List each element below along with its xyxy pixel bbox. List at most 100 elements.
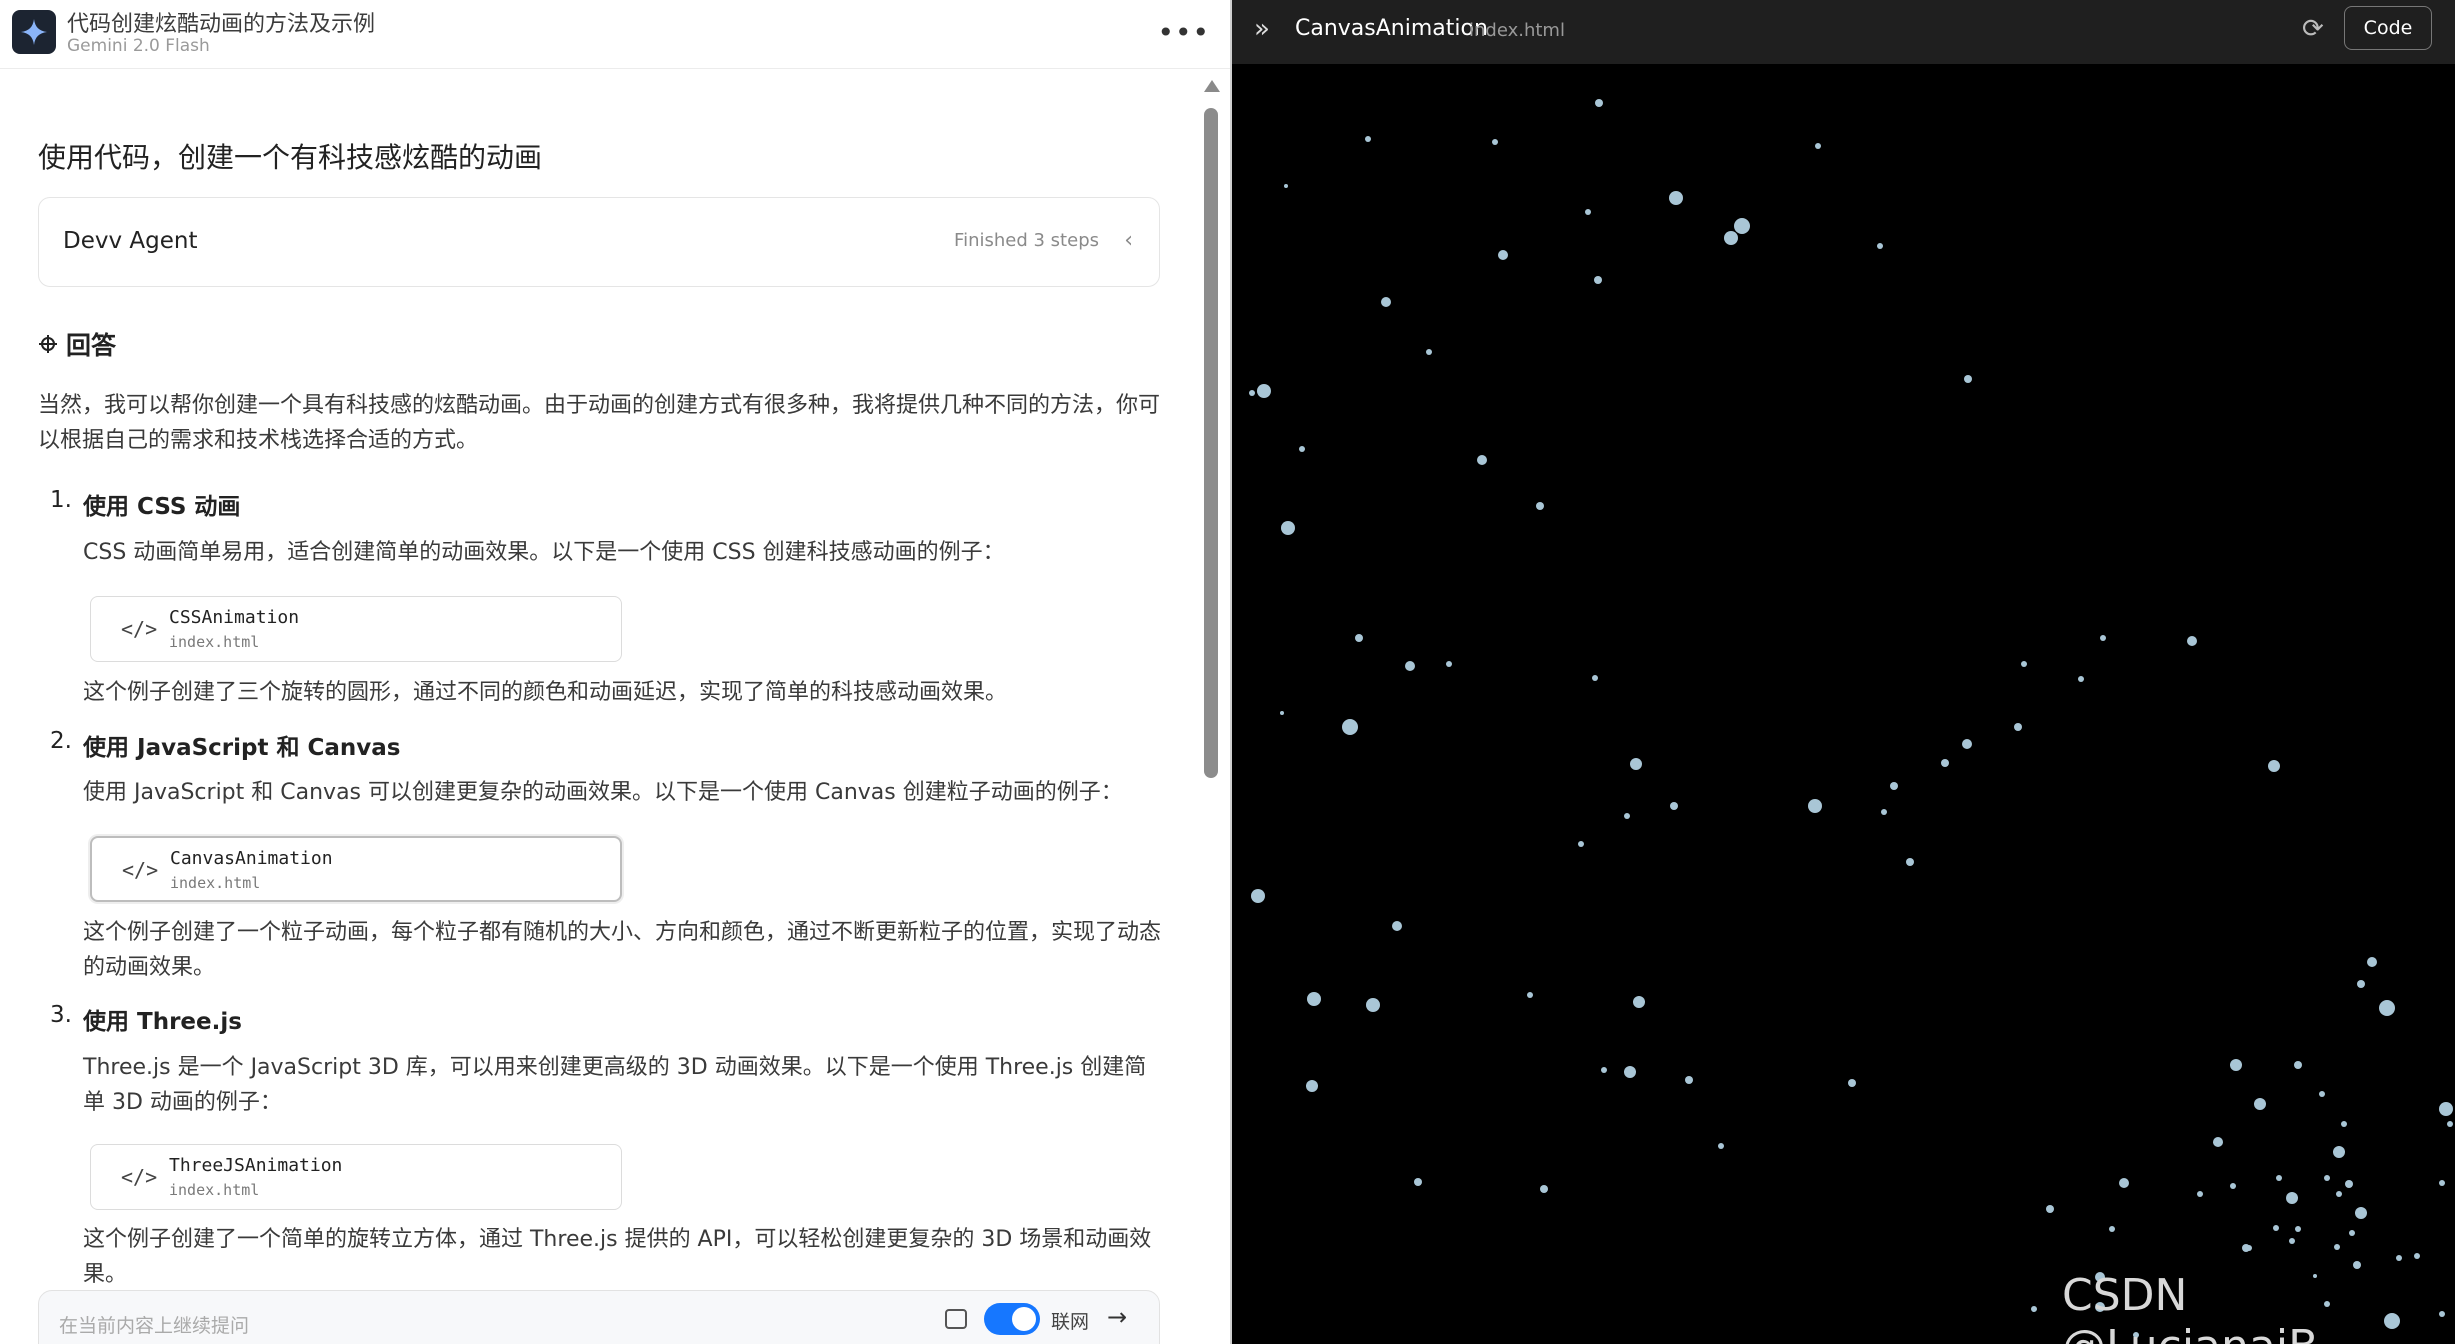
- followup-input-bar[interactable]: 在当前内容上继续提问 联网 →: [38, 1290, 1160, 1344]
- item-title: 使用 CSS 动画: [83, 494, 241, 520]
- particle: [1624, 813, 1630, 819]
- code-card-css[interactable]: </> CSSAnimation index.html: [90, 596, 622, 662]
- particle: [1624, 1066, 1636, 1078]
- code-card-name: CSSAnimation: [169, 607, 300, 628]
- particle: [2276, 1175, 2282, 1181]
- particle: [1426, 349, 1432, 355]
- particle: [2355, 1207, 2367, 1219]
- code-card-file: index.html: [169, 633, 260, 651]
- particle: [1633, 996, 1645, 1008]
- particle: [1281, 521, 1295, 535]
- watermark: CSDN @LucianaiB: [2062, 1270, 2318, 1344]
- particle: [1492, 139, 1498, 145]
- more-options-button[interactable]: •••: [1157, 16, 1210, 49]
- particle: [2334, 1244, 2340, 1250]
- particle: [2031, 1306, 2037, 1312]
- particle: [2367, 957, 2377, 967]
- code-card-threejs[interactable]: </> ThreeJSAnimation index.html: [90, 1144, 622, 1210]
- particle: [2254, 1098, 2266, 1110]
- particle: [1249, 390, 1255, 396]
- code-icon: </>: [122, 858, 159, 882]
- model-name: Gemini 2.0 Flash: [67, 36, 210, 56]
- particle: [2439, 1180, 2445, 1186]
- particle: [1718, 1143, 1724, 1149]
- particle: [1881, 809, 1887, 815]
- item-desc: 使用 JavaScript 和 Canvas 可以创建更复杂的动画效果。以下是一…: [83, 780, 1123, 805]
- particle: [1724, 231, 1738, 245]
- particle: [2353, 1261, 2361, 1269]
- particle: [2273, 1225, 2279, 1231]
- particle: [1251, 889, 1265, 903]
- particle: [1941, 759, 1949, 767]
- particle: [2439, 1102, 2453, 1116]
- code-card-canvas[interactable]: </> CanvasAnimation index.html: [90, 836, 622, 902]
- code-icon: </>: [121, 1165, 158, 1189]
- send-arrow-icon[interactable]: →: [1107, 1303, 1127, 1331]
- particle: [2379, 1000, 2395, 1016]
- refresh-icon[interactable]: ⟳: [2302, 14, 2324, 44]
- particle: [1355, 634, 1363, 642]
- particle: [2046, 1205, 2054, 1213]
- particle: [1280, 711, 1284, 715]
- particle: [1306, 1080, 1318, 1092]
- code-card-file: index.html: [169, 1181, 260, 1199]
- particle: [1595, 99, 1603, 107]
- particle: [2109, 1226, 2115, 1232]
- chevron-left-icon[interactable]: ‹: [1124, 228, 1133, 253]
- particle: [1890, 782, 1898, 790]
- preview-title: CanvasAnimation: [1295, 16, 1488, 41]
- particle: [2345, 1180, 2353, 1188]
- item-number: 2.: [50, 728, 72, 754]
- web-search-toggle[interactable]: [984, 1303, 1040, 1335]
- particle: [2341, 1121, 2347, 1127]
- particle: [1540, 1185, 1548, 1193]
- particle: [2336, 1191, 2342, 1197]
- particle: [1906, 858, 1914, 866]
- answer-heading: 回答: [38, 326, 116, 362]
- agent-steps-card[interactable]: Devv Agent Finished 3 steps ‹: [38, 197, 1160, 287]
- particle: [1365, 136, 1371, 142]
- particle: [2119, 1178, 2129, 1188]
- particle: [2014, 723, 2022, 731]
- particle: [2286, 1192, 2298, 1204]
- particle: [1284, 184, 1288, 188]
- scrollbar-thumb[interactable]: [1204, 108, 1218, 778]
- particle: [1381, 297, 1391, 307]
- image-upload-icon[interactable]: [945, 1309, 967, 1329]
- particle: [1601, 1067, 1607, 1073]
- answer-heading-label: 回答: [66, 331, 117, 360]
- preview-file: index.html: [1469, 20, 1565, 41]
- followup-input[interactable]: 在当前内容上继续提问: [59, 1311, 249, 1338]
- collapse-icon[interactable]: »: [1254, 14, 1270, 44]
- target-icon: [39, 335, 57, 353]
- particle: [1414, 1178, 1422, 1186]
- code-icon: </>: [121, 617, 158, 641]
- user-question: 使用代码，创建一个有科技感炫酷的动画: [38, 141, 543, 174]
- web-search-label: 联网: [1051, 1311, 1090, 1333]
- particle: [1446, 661, 1452, 667]
- particle: [1498, 250, 1508, 260]
- code-button[interactable]: Code: [2344, 6, 2432, 50]
- particle: [2396, 1255, 2402, 1261]
- gemini-logo-icon: [12, 10, 56, 54]
- item-desc: CSS 动画简单易用，适合创建简单的动画效果。以下是一个使用 CSS 创建科技感…: [83, 540, 1005, 565]
- scroll-up-arrow-icon[interactable]: [1204, 80, 1220, 92]
- particle: [1477, 455, 1487, 465]
- particle: [1808, 799, 1822, 813]
- particle: [1342, 719, 1358, 735]
- particle: [2333, 1146, 2345, 1158]
- particle: [1578, 841, 1584, 847]
- preview-panel: » CanvasAnimation index.html ⟳ Code CSDN…: [1232, 0, 2455, 1344]
- answer-intro: 当然，我可以帮你创建一个具有科技感的炫酷动画。由于动画的创建方式有很多种，我将提…: [38, 393, 1161, 453]
- particle: [1257, 384, 1271, 398]
- item-after: 这个例子创建了一个粒子动画，每个粒子都有随机的大小、方向和颜色，通过不断更新粒子…: [83, 920, 1162, 980]
- particle: [1734, 218, 1750, 234]
- particle: [2357, 980, 2365, 988]
- particle: [1594, 276, 1602, 284]
- particle: [1366, 998, 1380, 1012]
- particle: [1670, 802, 1678, 810]
- particle: [2289, 1238, 2295, 1244]
- particle: [2268, 760, 2280, 772]
- particle: [2246, 1245, 2252, 1251]
- particle: [1405, 661, 1415, 671]
